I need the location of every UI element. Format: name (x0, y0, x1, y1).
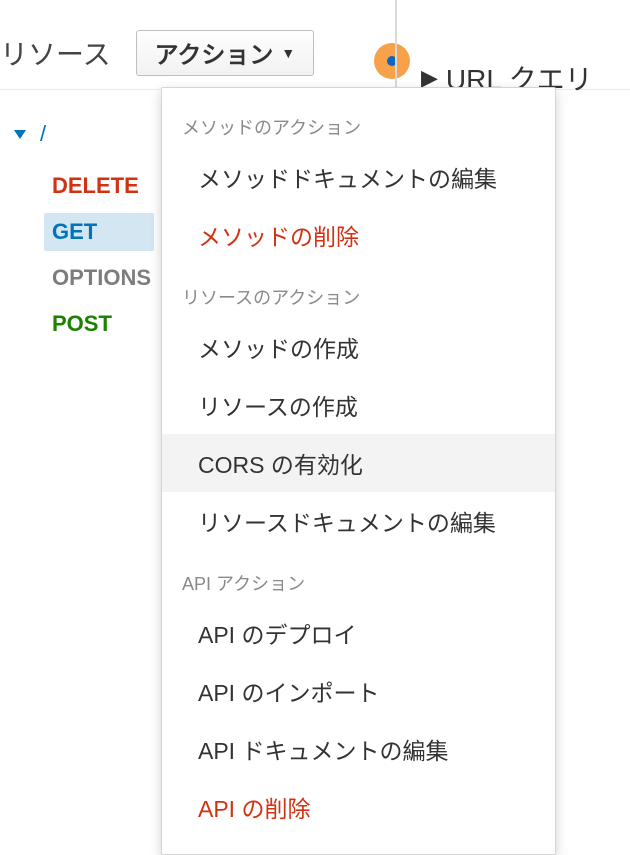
method-options[interactable]: OPTIONS (44, 259, 159, 297)
actions-button-label: アクション (155, 35, 274, 70)
method-post[interactable]: POST (44, 305, 154, 343)
method-get[interactable]: GET (44, 213, 154, 251)
dropdown-item-delete-api[interactable]: API の削除 (162, 778, 555, 836)
dropdown-section-method-header: メソッドのアクション (162, 94, 555, 148)
dropdown-item-edit-api-doc[interactable]: API ドキュメントの編集 (162, 720, 555, 778)
page-title: リソース (0, 33, 111, 73)
dropdown-item-create-method[interactable]: メソッドの作成 (162, 318, 555, 376)
method-delete[interactable]: DELETE (44, 167, 154, 205)
caret-down-icon: ▼ (281, 45, 295, 61)
dropdown-section-resource-header: リソースのアクション (162, 264, 555, 318)
dropdown-item-deploy-api[interactable]: API のデプロイ (162, 604, 555, 662)
tree-root-label: / (40, 121, 46, 147)
resource-tree-sidebar: / DELETE GET OPTIONS POST (0, 115, 160, 347)
dropdown-item-edit-method-doc[interactable]: メソッドドキュメントの編集 (162, 148, 555, 206)
actions-dropdown: メソッドのアクション メソッドドキュメントの編集 メソッドの削除 リソースのアク… (161, 87, 556, 855)
expand-triangle-icon (14, 130, 26, 139)
dropdown-item-create-resource[interactable]: リソースの作成 (162, 376, 555, 434)
method-list: DELETE GET OPTIONS POST (0, 163, 160, 347)
dropdown-item-enable-cors[interactable]: CORS の有効化 (162, 434, 555, 492)
tree-root-node[interactable]: / (0, 115, 160, 153)
dropdown-item-edit-resource-doc[interactable]: リソースドキュメントの編集 (162, 492, 555, 550)
dropdown-item-delete-method[interactable]: メソッドの削除 (162, 206, 555, 264)
dropdown-section-api-header: API アクション (162, 550, 555, 604)
actions-button[interactable]: アクション ▼ (136, 30, 315, 76)
dropdown-item-import-api[interactable]: API のインポート (162, 662, 555, 720)
